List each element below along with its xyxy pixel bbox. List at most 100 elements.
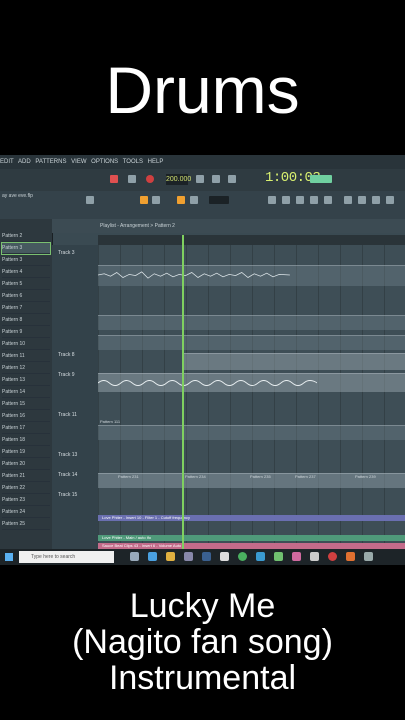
pattern-list-item[interactable]: Pattern 8 (2, 315, 50, 326)
settings-app-icon[interactable] (220, 552, 229, 561)
channel-rack-icon[interactable] (296, 196, 304, 204)
pattern-list-item[interactable]: Pattern 5 (2, 279, 50, 290)
menu-options[interactable]: OPTIONS (91, 159, 118, 165)
track-label[interactable]: Track 3 (58, 247, 98, 259)
playhead[interactable] (182, 235, 184, 549)
clip-label: Pattern 234 (185, 474, 206, 479)
stop-icon[interactable] (128, 175, 136, 183)
master-volume-icon[interactable] (86, 196, 94, 204)
pattern-list-item[interactable]: Pattern 22 (2, 483, 50, 494)
pattern-list-item[interactable]: Pattern 11 (2, 351, 50, 362)
track-label[interactable]: Track 13 (58, 449, 98, 461)
steam-icon[interactable] (202, 552, 211, 561)
pattern-list-item[interactable]: Pattern 20 (2, 459, 50, 470)
pattern-list-item[interactable]: Pattern 4 (2, 267, 50, 278)
app-icon[interactable] (292, 552, 301, 561)
mixer-icon[interactable] (310, 196, 318, 204)
plugin-picker-icon[interactable] (344, 196, 352, 204)
track-label[interactable]: Track 15 (58, 489, 98, 501)
typing-keyboard-icon[interactable] (190, 196, 198, 204)
app-icon[interactable] (256, 552, 265, 561)
audio-clip[interactable] (98, 265, 405, 286)
record-icon[interactable] (146, 175, 154, 183)
explorer-icon[interactable] (166, 552, 175, 561)
song-mode-icon[interactable] (152, 196, 160, 204)
video-caption: Lucky Me (Nagito fan song) Instrumental (0, 588, 405, 696)
pattern-clip[interactable] (98, 373, 405, 392)
track-label[interactable]: Track 11 (58, 409, 98, 421)
snap-icon[interactable] (177, 196, 185, 204)
pattern-list-item[interactable]: Pattern 2 (2, 231, 50, 242)
browser-icon[interactable] (324, 196, 332, 204)
clip-label: Pattern 235 (250, 474, 271, 479)
pattern-clip[interactable] (98, 315, 405, 330)
taskbar-search-input[interactable]: Type here to search (19, 551, 114, 563)
pattern-list-item[interactable]: Pattern 10 (2, 339, 50, 350)
pattern-clip[interactable] (182, 353, 405, 370)
cpu-meter-icon (310, 175, 332, 183)
app-icon[interactable] (328, 552, 337, 561)
waveform (98, 271, 290, 279)
pattern-list-item[interactable]: Pattern 15 (2, 399, 50, 410)
pattern-list-item[interactable]: Pattern 19 (2, 447, 50, 458)
menu-add[interactable]: ADD (18, 159, 31, 165)
menu-help[interactable]: HELP (148, 159, 164, 165)
spotify-icon[interactable] (274, 552, 283, 561)
metronome-icon[interactable] (196, 175, 204, 183)
pattern-clip-row[interactable]: Pattern 231 Pattern 234 Pattern 235 Patt… (98, 473, 405, 488)
cloud-icon[interactable] (386, 196, 394, 204)
menu-edit[interactable]: EDIT (0, 159, 14, 165)
clip-label: Pattern 239 (355, 474, 376, 479)
track-label[interactable]: Track 14 (58, 469, 98, 481)
task-view-icon[interactable] (130, 552, 139, 561)
pattern-list-item[interactable]: Pattern 25 (2, 519, 50, 530)
pattern-list-item[interactable]: Pattern 16 (2, 411, 50, 422)
pattern-list-item[interactable]: Pattern 14 (2, 387, 50, 398)
pattern-list-item[interactable]: Pattern 9 (2, 327, 50, 338)
automation-label: Love Phiter - Insert 10 - Filter 1 - Cut… (102, 515, 190, 520)
app-icon[interactable] (310, 552, 319, 561)
tempo-tapper-icon[interactable] (358, 196, 366, 204)
pattern-list-item[interactable]: Pattern 3 (2, 255, 50, 266)
track-label[interactable]: Track 9 (58, 369, 98, 381)
automation-clip[interactable]: Love Phiter - Main / auto lfo (98, 535, 405, 541)
piano-roll-icon[interactable] (282, 196, 290, 204)
track-label[interactable]: Track 8 (58, 349, 98, 361)
clip-label: Pattern 237 (295, 474, 316, 479)
tempo-display[interactable]: 200.000 (166, 174, 191, 185)
store-icon[interactable] (184, 552, 193, 561)
pattern-list-item[interactable]: Pattern 17 (2, 423, 50, 434)
countdown-icon[interactable] (228, 175, 236, 183)
pattern-list-item[interactable]: Pattern 3 (1, 242, 51, 255)
pattern-list-item[interactable]: Pattern 24 (2, 507, 50, 518)
menu-view[interactable]: VIEW (71, 159, 86, 165)
pattern-list-item[interactable]: Pattern 18 (2, 435, 50, 446)
menu-tools[interactable]: TOOLS (123, 159, 143, 165)
pattern-clip[interactable] (98, 335, 405, 350)
pattern-list-item[interactable]: Pattern 7 (2, 303, 50, 314)
timeline-ruler[interactable] (98, 235, 405, 245)
playlist-icon[interactable] (268, 196, 276, 204)
pattern-selector[interactable] (209, 196, 229, 204)
chrome-icon[interactable] (238, 552, 247, 561)
playlist-grid[interactable]: Pattern 231 Pattern 234 Pattern 235 Patt… (98, 245, 405, 549)
menu-patterns[interactable]: PATTERNS (35, 159, 66, 165)
pattern-list-item[interactable]: Pattern 12 (2, 363, 50, 374)
settings-icon[interactable] (372, 196, 380, 204)
edge-icon[interactable] (148, 552, 157, 561)
play-icon[interactable] (110, 175, 118, 183)
wait-icon[interactable] (212, 175, 220, 183)
playlist-header: Playlist - Arrangement > Pattern 2 (52, 219, 405, 233)
fl-studio-icon[interactable] (346, 552, 355, 561)
app-icon[interactable] (364, 552, 373, 561)
pattern-list-item[interactable]: Pattern 6 (2, 291, 50, 302)
pattern-clip-label: Pattern 111 (98, 419, 218, 429)
pattern-mode-icon[interactable] (140, 196, 148, 204)
track-headers: Track 3 Track 8 Track 9 Track 11 Track 13 Tra… (52, 245, 98, 549)
pattern-list-item[interactable]: Pattern 13 (2, 375, 50, 386)
pattern-list-item[interactable]: Pattern 21 (2, 471, 50, 482)
automation-clip[interactable]: Love Phiter - Insert 10 - Filter 1 - Cut… (98, 515, 405, 521)
menu-bar: EDIT ADD PATTERNS VIEW OPTIONS TOOLS HEL… (0, 155, 405, 169)
pattern-list-item[interactable]: Pattern 23 (2, 495, 50, 506)
windows-start-icon[interactable] (5, 553, 13, 561)
